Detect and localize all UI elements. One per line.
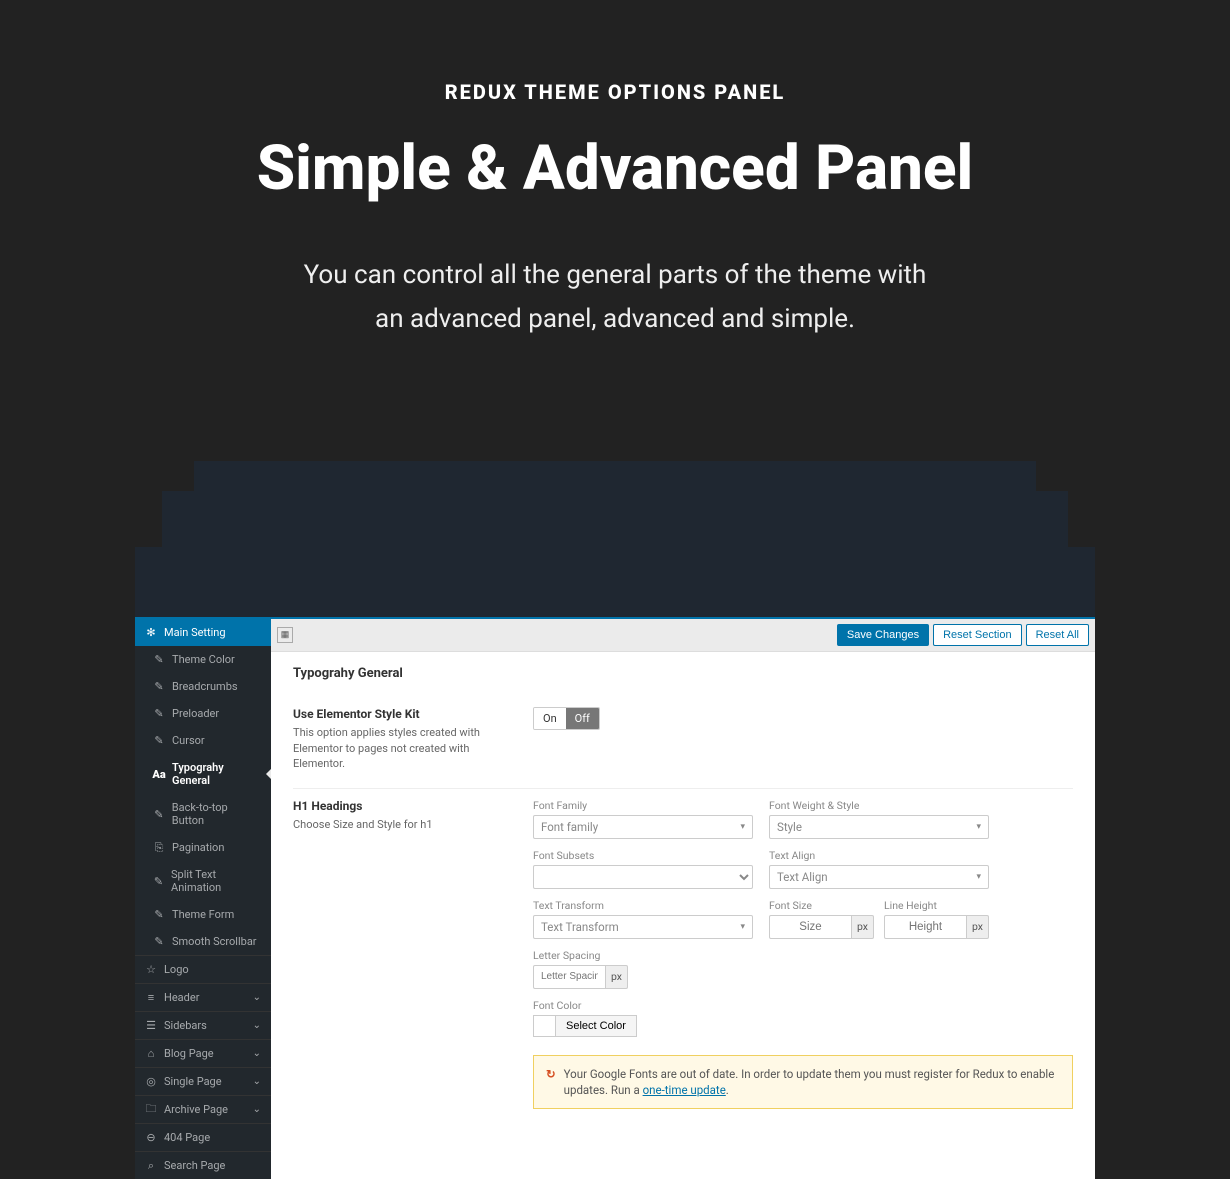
sidebar-item-blog-page[interactable]: ⌂Blog Page⌄ bbox=[135, 1039, 271, 1067]
sidebar-item-smooth-scrollbar[interactable]: ✎Smooth Scrollbar bbox=[135, 928, 271, 955]
pencil-icon: ✎ bbox=[153, 654, 165, 666]
pencil-icon: ✎ bbox=[153, 808, 165, 820]
sidebar-item-cursor[interactable]: ✎Cursor bbox=[135, 727, 271, 754]
sidebar-item-sidebars[interactable]: ☰Sidebars⌄ bbox=[135, 1011, 271, 1039]
unit-px: px bbox=[967, 915, 989, 939]
menu-icon: ≡ bbox=[145, 992, 157, 1004]
refresh-icon: ↻ bbox=[546, 1066, 556, 1082]
pencil-icon: ✎ bbox=[153, 875, 164, 887]
stack-layer bbox=[162, 491, 1068, 547]
typography-grid: Font Family Font family Font Weight & St… bbox=[533, 799, 1073, 1037]
field-line-height: Line Height px bbox=[884, 899, 989, 939]
pencil-icon: ✎ bbox=[153, 681, 165, 693]
hero-eyebrow: REDUX THEME OPTIONS PANEL bbox=[0, 80, 1230, 104]
hero-desc: You can control all the general parts of… bbox=[0, 253, 1230, 341]
search-icon: ⌕ bbox=[145, 1160, 157, 1172]
options-panel: ✻ Main Setting ✎Theme Color ✎Breadcrumbs… bbox=[135, 617, 1095, 1179]
row-control: On Off bbox=[533, 707, 1073, 771]
toggle-on[interactable]: On bbox=[534, 708, 566, 729]
sidebar-item-typography-general[interactable]: AaTypograhy General bbox=[135, 754, 271, 794]
sidebar-item-theme-color[interactable]: ✎Theme Color bbox=[135, 646, 271, 673]
font-weight-select[interactable]: Style bbox=[769, 815, 989, 839]
folder-icon: 🗀 bbox=[145, 1104, 157, 1116]
frame-stack: ✻ Main Setting ✎Theme Color ✎Breadcrumbs… bbox=[93, 461, 1137, 1179]
chevron-down-icon: ⌄ bbox=[253, 1048, 261, 1059]
reset-all-button[interactable]: Reset All bbox=[1026, 624, 1089, 646]
sidebar-item-search-page[interactable]: ⌕Search Page bbox=[135, 1151, 271, 1179]
expand-icon[interactable]: ▦ bbox=[277, 627, 293, 643]
stack-layer bbox=[194, 461, 1036, 491]
chevron-down-icon: ⌄ bbox=[253, 1020, 261, 1031]
aa-icon: Aa bbox=[153, 768, 165, 780]
row-label: H1 Headings Choose Size and Style for h1 bbox=[293, 799, 533, 1109]
letter-spacing-input[interactable] bbox=[533, 965, 606, 989]
sidebar-item-404-page[interactable]: ⊖404 Page bbox=[135, 1123, 271, 1151]
hero: REDUX THEME OPTIONS PANEL Simple & Advan… bbox=[0, 0, 1230, 401]
sidebar-item-logo[interactable]: ☆Logo bbox=[135, 955, 271, 983]
field-font-family: Font Family Font family bbox=[533, 799, 753, 839]
sidebar-item-back-to-top[interactable]: ✎Back-to-top Button bbox=[135, 794, 271, 834]
field-font-subsets: Font Subsets bbox=[533, 849, 753, 889]
unit-px: px bbox=[606, 965, 628, 989]
text-align-select[interactable]: Text Align bbox=[769, 865, 989, 889]
field-font-weight: Font Weight & Style Style bbox=[769, 799, 989, 839]
sidebar-item-breadcrumbs[interactable]: ✎Breadcrumbs bbox=[135, 673, 271, 700]
topbar-actions: Save Changes Reset Section Reset All bbox=[837, 624, 1089, 646]
circle-icon: ◎ bbox=[145, 1076, 157, 1088]
field-letter-spacing: Letter Spacing px bbox=[533, 949, 628, 989]
chevron-down-icon: ⌄ bbox=[253, 992, 261, 1003]
text-transform-select[interactable]: Text Transform bbox=[533, 915, 753, 939]
row-control: Font Family Font family Font Weight & St… bbox=[533, 799, 1073, 1109]
notice-text: Your Google Fonts are out of date. In or… bbox=[564, 1066, 1060, 1098]
font-family-select[interactable]: Font family bbox=[533, 815, 753, 839]
row-style-kit: Use Elementor Style Kit This option appl… bbox=[293, 697, 1073, 788]
pencil-icon: ✎ bbox=[153, 708, 165, 720]
sidebar: ✻ Main Setting ✎Theme Color ✎Breadcrumbs… bbox=[135, 619, 271, 1179]
star-icon: ☆ bbox=[145, 964, 157, 976]
sidebar-item-split-text[interactable]: ✎Split Text Animation bbox=[135, 861, 271, 901]
line-height-input[interactable] bbox=[884, 915, 967, 939]
section-title: Typograhy General bbox=[293, 666, 1073, 681]
sidebar-item-single-page[interactable]: ◎Single Page⌄ bbox=[135, 1067, 271, 1095]
gear-icon: ✻ bbox=[145, 627, 157, 639]
sidebar-item-theme-form[interactable]: ✎Theme Form bbox=[135, 901, 271, 928]
home-icon: ⌂ bbox=[145, 1048, 157, 1060]
row-h1: H1 Headings Choose Size and Style for h1… bbox=[293, 789, 1073, 1125]
stack-layer bbox=[135, 547, 1095, 617]
minus-circle-icon: ⊖ bbox=[145, 1132, 157, 1144]
field-font-size: Font Size px bbox=[769, 899, 874, 939]
pencil-icon: ✎ bbox=[153, 936, 165, 948]
list-icon: ☰ bbox=[145, 1020, 157, 1032]
pencil-icon: ✎ bbox=[153, 735, 165, 747]
hero-title: Simple & Advanced Panel bbox=[0, 136, 1230, 201]
style-kit-toggle[interactable]: On Off bbox=[533, 707, 600, 730]
reset-section-button[interactable]: Reset Section bbox=[933, 624, 1021, 646]
topbar: ▦ Save Changes Reset Section Reset All bbox=[271, 619, 1095, 652]
link-icon: ⎘ bbox=[153, 842, 165, 854]
main: Typograhy General Use Elementor Style Ki… bbox=[271, 652, 1095, 1138]
field-text-transform: Text Transform Text Transform bbox=[533, 899, 753, 939]
sidebar-item-archive-page[interactable]: 🗀Archive Page⌄ bbox=[135, 1095, 271, 1123]
sidebar-item-main-setting[interactable]: ✻ Main Setting bbox=[135, 619, 271, 646]
sidebar-item-header[interactable]: ≡Header⌄ bbox=[135, 983, 271, 1011]
pencil-icon: ✎ bbox=[153, 909, 165, 921]
chevron-down-icon: ⌄ bbox=[253, 1104, 261, 1115]
sidebar-item-pagination[interactable]: ⎘Pagination bbox=[135, 834, 271, 861]
chevron-down-icon: ⌄ bbox=[253, 1076, 261, 1087]
save-button[interactable]: Save Changes bbox=[837, 624, 929, 646]
toggle-off[interactable]: Off bbox=[566, 708, 599, 729]
row-label: Use Elementor Style Kit This option appl… bbox=[293, 707, 533, 771]
unit-px: px bbox=[852, 915, 874, 939]
google-fonts-notice: ↻ Your Google Fonts are out of date. In … bbox=[533, 1055, 1073, 1109]
font-subsets-select[interactable] bbox=[533, 865, 753, 889]
sidebar-item-preloader[interactable]: ✎Preloader bbox=[135, 700, 271, 727]
field-text-align: Text Align Text Align bbox=[769, 849, 989, 889]
field-font-color: Font Color Select Color bbox=[533, 999, 753, 1037]
select-color-button[interactable]: Select Color bbox=[555, 1015, 637, 1037]
font-size-input[interactable] bbox=[769, 915, 852, 939]
one-time-update-link[interactable]: one-time update bbox=[643, 1083, 726, 1097]
color-swatch[interactable] bbox=[533, 1015, 555, 1037]
content: ▦ Save Changes Reset Section Reset All T… bbox=[271, 619, 1095, 1179]
